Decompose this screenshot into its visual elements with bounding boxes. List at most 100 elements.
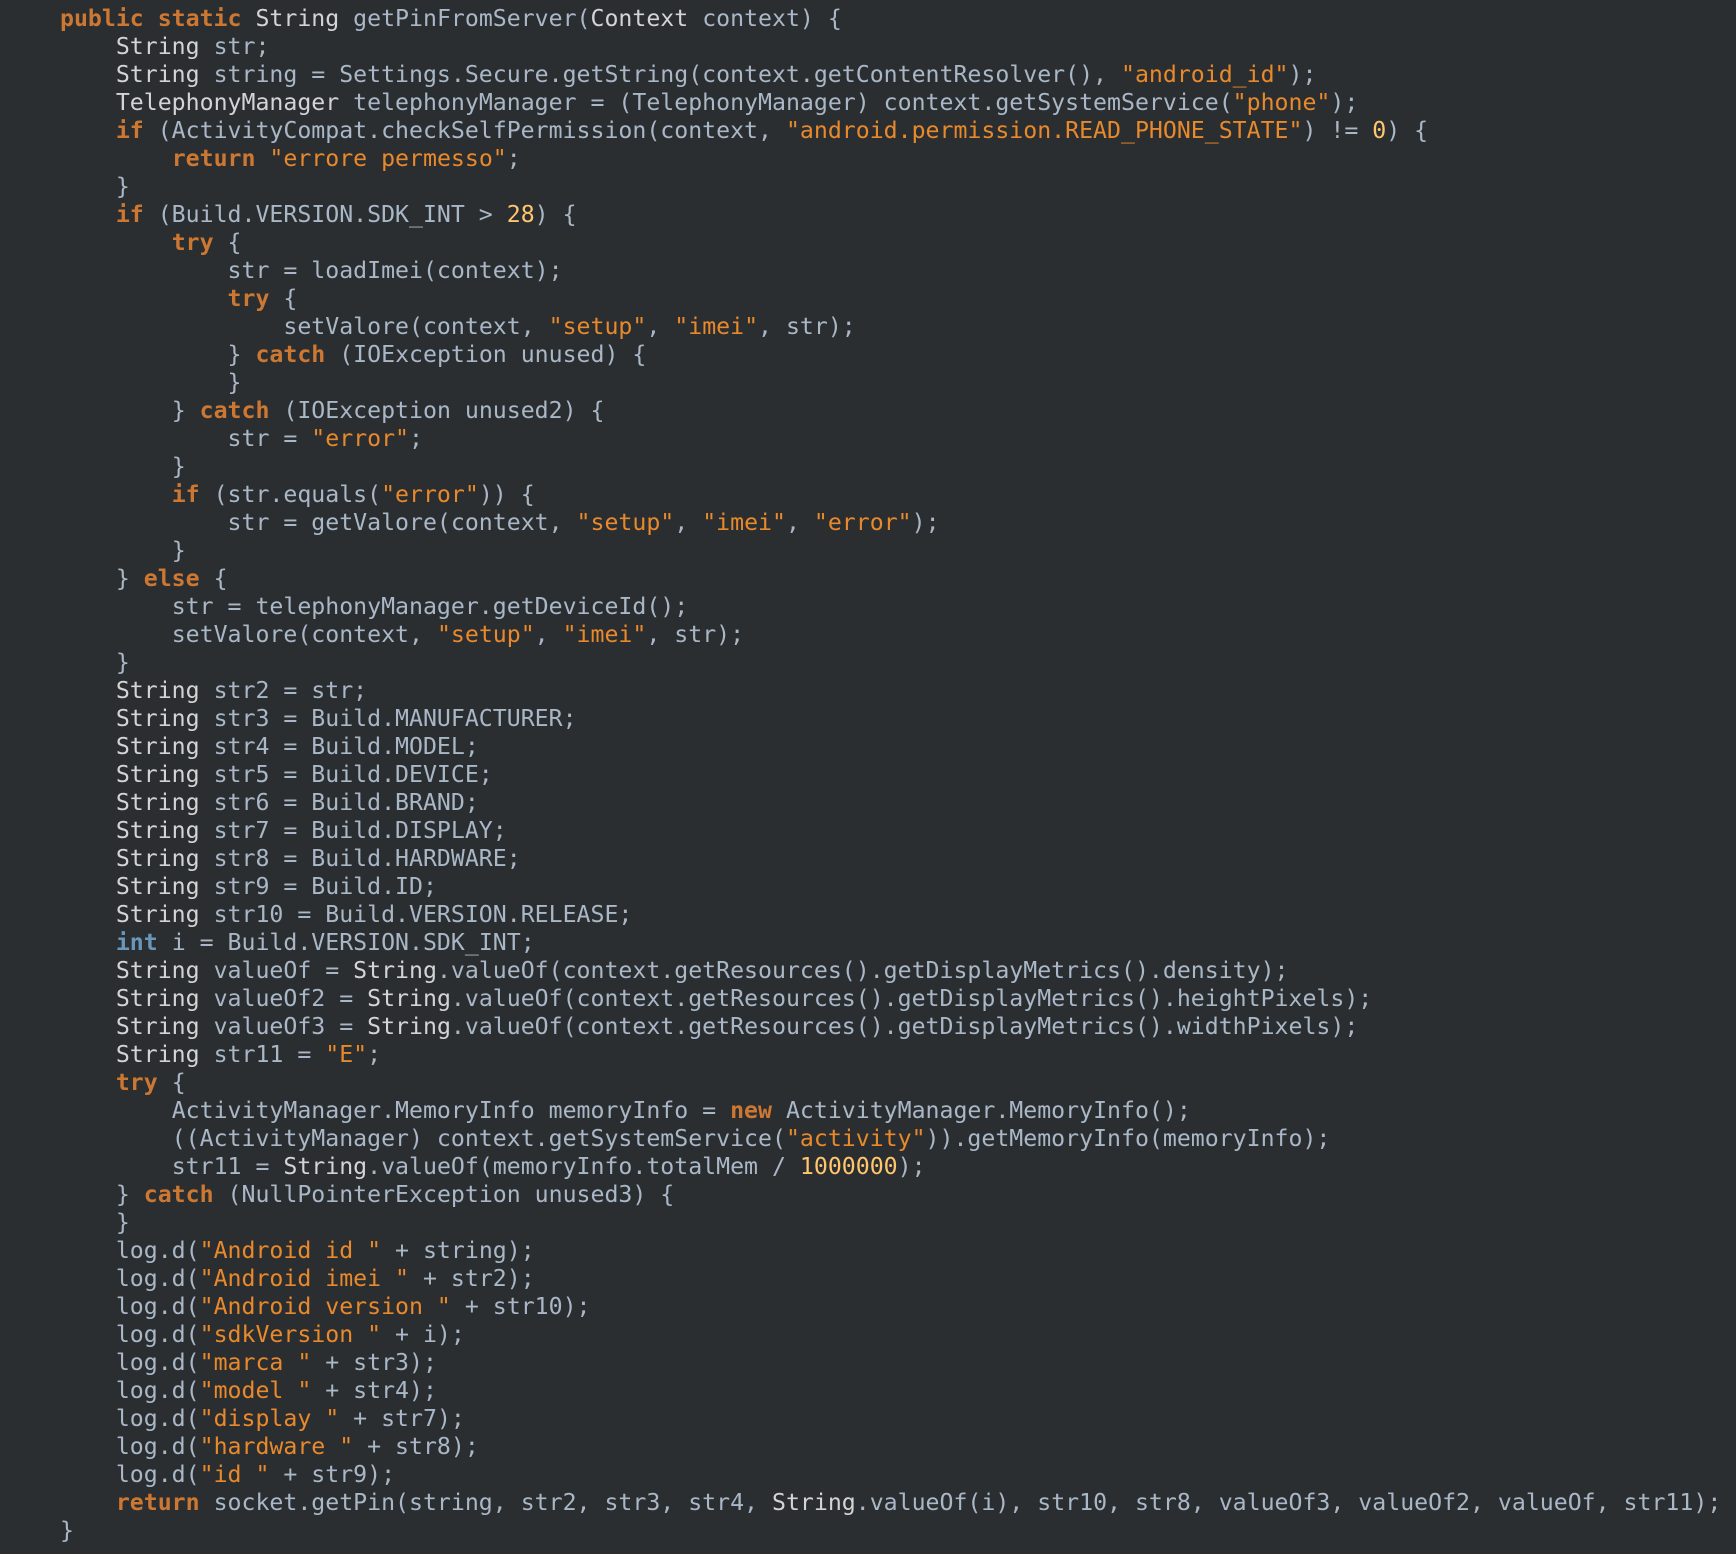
code-line: } catch (IOException unused) { — [60, 341, 1736, 369]
code-line: log.d("model " + str4); — [60, 1377, 1736, 1405]
code-token-plain: } — [115, 173, 130, 200]
code-token-plain: setValore(context, — [171, 621, 437, 648]
code-token-plain: } — [171, 537, 186, 564]
code-token-type: String — [771, 1489, 856, 1516]
code-token-plain: str4 = Build.MODEL; — [199, 733, 479, 760]
code-token-str: "display " — [199, 1405, 340, 1432]
code-token-kw: catch — [143, 1181, 214, 1208]
code-token-str: "setup" — [576, 509, 675, 536]
code-token-plain: (IOException unused) { — [325, 341, 647, 368]
code-line: log.d("Android id " + string); — [60, 1237, 1736, 1265]
code-token-type: String — [255, 5, 340, 32]
code-token-str: "Android imei " — [199, 1265, 410, 1292]
code-token-plain: i = Build.VERSION.SDK_INT; — [157, 929, 535, 956]
code-line: log.d("marca " + str3); — [60, 1349, 1736, 1377]
code-token-plain: log.d( — [115, 1405, 200, 1432]
code-token-num: 0 — [1372, 117, 1387, 144]
code-token-plain: str5 = Build.DEVICE; — [199, 761, 493, 788]
code-token-kw: if — [115, 117, 144, 144]
code-token-plain: ); — [1288, 61, 1317, 88]
code-line: String str4 = Build.MODEL; — [60, 733, 1736, 761]
code-token-str: "android.permission.READ_PHONE_STATE" — [785, 117, 1303, 144]
code-line: String str6 = Build.BRAND; — [60, 789, 1736, 817]
code-token-plain: str10 = Build.VERSION.RELEASE; — [199, 901, 633, 928]
code-line: log.d("hardware " + str8); — [60, 1433, 1736, 1461]
code-line: String str8 = Build.HARDWARE; — [60, 845, 1736, 873]
code-token-plain: , — [646, 313, 675, 340]
code-token-plain: + str2); — [409, 1265, 535, 1292]
code-token-str: "setup" — [436, 621, 535, 648]
code-token-plain: (Build.VERSION.SDK_INT > — [143, 201, 507, 228]
code-token-plain: socket.getPin(string, str2, str3, str4, — [199, 1489, 772, 1516]
code-token-kw: try — [227, 285, 270, 312]
code-token-type: String — [115, 901, 200, 928]
code-token-int: int — [115, 929, 158, 956]
code-token-num: 1000000 — [799, 1153, 898, 1180]
code-line: setValore(context, "setup", "imei", str)… — [60, 621, 1736, 649]
code-token-plain: str11 = — [199, 1041, 326, 1068]
code-line: String valueOf = String.valueOf(context.… — [60, 957, 1736, 985]
code-line: String str3 = Build.MANUFACTURER; — [60, 705, 1736, 733]
code-line: log.d("Android version " + str10); — [60, 1293, 1736, 1321]
code-line: } catch (IOException unused2) { — [60, 397, 1736, 425]
code-token-kw: new — [730, 1097, 772, 1124]
code-token-plain: context) { — [688, 5, 842, 32]
code-token-plain: .valueOf(context.getResources().getDispl… — [450, 985, 1373, 1012]
code-token-plain: log.d( — [115, 1377, 200, 1404]
code-token-type: String — [115, 705, 200, 732]
code-token-type: Context — [590, 5, 689, 32]
code-token-kw: public static — [60, 5, 242, 32]
code-token-plain: str = telephonyManager.getDeviceId(); — [171, 593, 689, 620]
code-token-plain: log.d( — [115, 1461, 200, 1488]
code-token-plain: { — [269, 285, 298, 312]
code-token-type: String — [353, 957, 437, 984]
code-token-plain: ) != — [1302, 117, 1373, 144]
code-token-type: String — [115, 957, 200, 984]
code-editor[interactable]: public static String getPinFromServer(Co… — [0, 0, 1736, 1554]
code-token-str: "setup" — [548, 313, 647, 340]
code-token-plain: .valueOf(context.getResources().getDispl… — [436, 957, 1289, 984]
code-token-str: "sdkVersion " — [199, 1321, 382, 1348]
code-token-kw: catch — [199, 397, 270, 424]
code-token-plain: { — [213, 229, 242, 256]
code-token-plain: getPinFromServer( — [339, 5, 591, 32]
code-token-plain: str8 = Build.HARDWARE; — [199, 845, 521, 872]
code-line: str = telephonyManager.getDeviceId(); — [60, 593, 1736, 621]
code-token-plain: } — [115, 649, 130, 676]
code-token-plain: (str.equals( — [199, 481, 382, 508]
code-token-str: "model " — [199, 1377, 312, 1404]
code-token-plain: + str8); — [353, 1433, 479, 1460]
code-token-type: String — [115, 817, 200, 844]
code-line: return "errore permesso"; — [60, 145, 1736, 173]
code-token-plain: } — [227, 341, 256, 368]
code-line: log.d("Android imei " + str2); — [60, 1265, 1736, 1293]
code-token-plain: ); — [897, 1153, 926, 1180]
code-token-plain: .valueOf(context.getResources().getDispl… — [450, 1013, 1359, 1040]
code-line: log.d("display " + str7); — [60, 1405, 1736, 1433]
code-token-plain: log.d( — [115, 1237, 200, 1264]
code-token-plain: str = loadImei(context); — [227, 257, 563, 284]
code-token-plain: valueOf2 = — [199, 985, 368, 1012]
code-token-plain: log.d( — [115, 1293, 200, 1320]
code-token-plain: ); — [911, 509, 940, 536]
